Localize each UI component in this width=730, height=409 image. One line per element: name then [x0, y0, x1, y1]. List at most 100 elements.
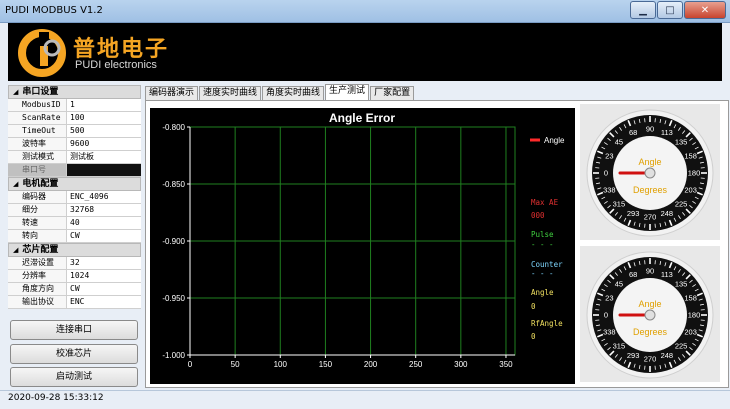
collapse-icon[interactable]: ◢ — [13, 246, 18, 254]
pulse-label: Pulse — [531, 230, 554, 239]
property-row[interactable]: 迟滞设置32 — [8, 257, 141, 270]
gauge-column: 0234568901131351581802032252482702933153… — [580, 104, 720, 382]
angle-error-chart: Angle Error 050100150200250300350 -0.800… — [150, 108, 575, 384]
group-label: 电机配置 — [22, 179, 58, 189]
gauge-tick-label: 113 — [661, 270, 673, 279]
gauge-tick-label: 315 — [613, 200, 626, 209]
x-tick-label: 250 — [409, 360, 423, 369]
close-button[interactable]: ✕ — [684, 1, 726, 19]
property-value[interactable]: 500 — [67, 125, 141, 137]
gauge-title: Angle — [638, 299, 661, 309]
x-tick-label: 150 — [319, 360, 333, 369]
connect-serial-button[interactable]: 连接串口 — [10, 320, 138, 340]
x-tick-label: 50 — [231, 360, 240, 369]
brand-logo-icon — [18, 28, 68, 78]
tab-production-test[interactable]: 生产测试 — [325, 84, 369, 100]
property-row[interactable]: 测试模式测试板 — [8, 151, 141, 164]
x-tick-label: 300 — [454, 360, 468, 369]
maximize-button[interactable]: □ — [657, 1, 683, 19]
calibrate-chip-button[interactable]: 校准芯片 — [10, 344, 138, 364]
property-value[interactable]: 32768 — [67, 204, 141, 216]
brand-name-en: PUDI electronics — [75, 59, 157, 71]
legend-label: Angle — [544, 136, 565, 145]
gauge-tick-label: 158 — [684, 294, 697, 303]
property-row[interactable]: 波特率9600 — [8, 138, 141, 151]
angle-gauge-2: 0234568901131351581802032252482702933153… — [580, 246, 720, 382]
property-value[interactable] — [67, 164, 141, 176]
tab-angle-curve[interactable]: 角度实时曲线 — [262, 86, 324, 100]
property-value[interactable]: 1024 — [67, 270, 141, 282]
x-tick-label: 0 — [188, 360, 193, 369]
window-title: PUDI MODBUS V1.2 — [5, 5, 103, 16]
y-tick-label: -0.950 — [162, 294, 185, 303]
property-row-selected[interactable]: 串口号 — [8, 164, 141, 177]
angle-label: Angle — [531, 288, 554, 297]
property-key: 输出协议 — [8, 296, 67, 308]
title-bar: PUDI MODBUS V1.2 ▁ □ ✕ — [0, 0, 730, 23]
x-tick-label: 200 — [364, 360, 378, 369]
property-row[interactable]: 分辨率1024 — [8, 270, 141, 283]
gauge-tick-label: 293 — [627, 209, 640, 218]
y-tick-label: -0.900 — [162, 237, 185, 246]
group-motor-config[interactable]: ◢ 电机配置 — [8, 177, 141, 191]
property-row[interactable]: TimeOut500 — [8, 125, 141, 138]
gauge-tick-label: 338 — [603, 185, 616, 194]
start-test-button[interactable]: 启动测试 — [10, 367, 138, 387]
property-row[interactable]: 编码器ENC_4096 — [8, 191, 141, 204]
tab-speed-curve[interactable]: 速度实时曲线 — [199, 86, 261, 100]
group-label: 芯片配置 — [22, 245, 58, 255]
gauge-tick-label: 270 — [644, 213, 657, 222]
chart-background — [150, 108, 575, 384]
chart-title: Angle Error — [329, 111, 395, 125]
status-timestamp: 2020-09-28 15:33:12 — [8, 393, 104, 403]
group-chip-config[interactable]: ◢ 芯片配置 — [8, 243, 141, 257]
property-value[interactable]: ENC — [67, 296, 141, 308]
group-label: 串口设置 — [22, 87, 58, 97]
gauge-tick-label: 23 — [605, 294, 613, 303]
minimize-button[interactable]: ▁ — [630, 1, 656, 19]
gauge-tick-label: 158 — [684, 152, 697, 161]
max-ae-value: 000 — [531, 211, 545, 220]
angle-value: 0 — [531, 302, 536, 311]
property-value[interactable]: CW — [67, 283, 141, 295]
gauge-tick-label: 45 — [615, 137, 623, 146]
property-value[interactable]: CW — [67, 230, 141, 242]
gauge-tick-label: 315 — [613, 342, 626, 351]
property-value[interactable]: 测试板 — [67, 151, 141, 163]
property-value[interactable]: 40 — [67, 217, 141, 229]
property-value[interactable]: 1 — [67, 99, 141, 111]
max-ae-label: Max AE — [531, 198, 559, 207]
property-value[interactable]: ENC_4096 — [67, 191, 141, 203]
property-row[interactable]: 角度方向CW — [8, 283, 141, 296]
property-value[interactable]: 9600 — [67, 138, 141, 150]
gauge-tick-label: 113 — [661, 128, 673, 137]
rfangle-label: RfAngle — [531, 319, 563, 328]
property-key: 分辨率 — [8, 270, 67, 282]
gauge-tick-label: 90 — [646, 125, 654, 134]
gauge-tick-label: 45 — [615, 279, 623, 288]
tab-factory-config[interactable]: 厂家配置 — [370, 86, 414, 100]
tab-bar: 编码器演示 速度实时曲线 角度实时曲线 生产测试 厂家配置 — [145, 86, 415, 100]
pulse-value: - - - — [531, 240, 554, 249]
property-key: 波特率 — [8, 138, 67, 150]
gauge-tick-label: 68 — [629, 270, 637, 279]
gauge-tick-label: 225 — [675, 342, 688, 351]
collapse-icon[interactable]: ◢ — [13, 88, 18, 96]
property-row[interactable]: 转向CW — [8, 230, 141, 243]
property-row[interactable]: ModbusID1 — [8, 99, 141, 112]
property-row[interactable]: 输出协议ENC — [8, 296, 141, 309]
property-value[interactable]: 32 — [67, 257, 141, 269]
tab-encoder-demo[interactable]: 编码器演示 — [145, 86, 198, 100]
collapse-icon[interactable]: ◢ — [13, 180, 18, 188]
property-value[interactable]: 100 — [67, 112, 141, 124]
property-row[interactable]: 细分32768 — [8, 204, 141, 217]
gauge-tick-label: 68 — [629, 128, 637, 137]
property-row[interactable]: ScanRate100 — [8, 112, 141, 125]
gauge-tick-label: 203 — [684, 185, 697, 194]
brand-banner: 普地电子 PUDI electronics — [8, 23, 722, 81]
group-serial-settings[interactable]: ◢ 串口设置 — [8, 85, 141, 99]
x-tick-label: 350 — [499, 360, 513, 369]
property-key: TimeOut — [8, 125, 67, 137]
gauge-unit: Degrees — [633, 327, 668, 337]
property-row[interactable]: 转速40 — [8, 217, 141, 230]
